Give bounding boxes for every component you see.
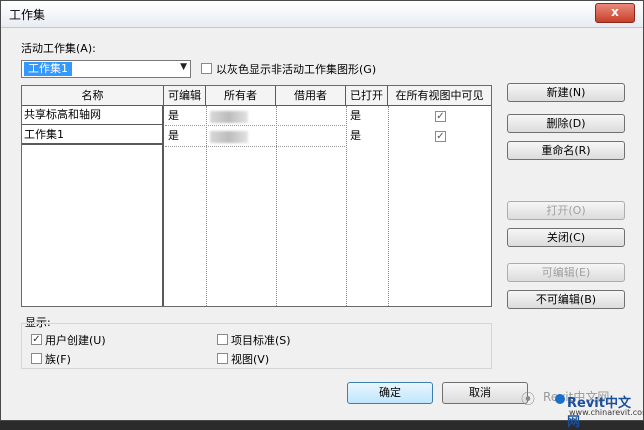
rename-button[interactable]: 重命名(R) xyxy=(507,141,625,160)
row-divider xyxy=(165,146,345,147)
visible-checkbox[interactable]: ✓ xyxy=(435,131,446,142)
active-workset-label: 活动工作集(A): xyxy=(21,42,96,55)
chevron-down-icon: ▼ xyxy=(180,62,187,72)
project-standards-checkbox[interactable] xyxy=(217,334,228,345)
editable-button[interactable]: 可编辑(E) xyxy=(507,263,625,282)
workset-name-cell: 工作集1 xyxy=(24,128,64,141)
families-label: 族(F) xyxy=(45,353,71,366)
row-divider xyxy=(165,125,345,126)
families-checkbox[interactable] xyxy=(31,353,42,364)
workset-dialog: 工作集 x 活动工作集(A): 工作集1 ▼ 以灰色显示非活动工作集图形(G) … xyxy=(0,0,644,430)
table-row[interactable]: 工作集1 xyxy=(22,126,163,145)
views-label: 视图(V) xyxy=(231,353,270,366)
column-divider xyxy=(388,106,389,306)
active-workset-value: 工作集1 xyxy=(24,62,72,76)
opened-cell[interactable]: 是 xyxy=(350,107,361,125)
workset-name-cell: 共享标高和轴网 xyxy=(24,108,101,121)
column-header-editable[interactable]: 可编辑 xyxy=(164,86,206,106)
project-standards-label: 项目标准(S) xyxy=(231,334,291,347)
user-created-label: 用户创建(U) xyxy=(45,334,106,347)
title-bar: 工作集 x xyxy=(1,1,643,28)
workset-table: 名称 可编辑 所有者 借用者 已打开 在所有视图中可见 共享标高和轴网 是 是 … xyxy=(21,85,492,307)
column-divider xyxy=(346,106,347,306)
owner-cell-redacted xyxy=(210,111,248,123)
revit-logo-watermark: Revit中文网 www.chinarevit.com xyxy=(555,392,644,430)
check-icon: ✓ xyxy=(32,334,41,345)
wechat-icon: ⦿ xyxy=(521,392,535,408)
window-title: 工作集 xyxy=(9,8,46,22)
owner-cell-redacted xyxy=(210,131,248,143)
user-created-checkbox[interactable]: ✓ xyxy=(31,334,42,345)
opened-cell[interactable]: 是 xyxy=(350,127,361,145)
open-button[interactable]: 打开(O) xyxy=(507,201,625,220)
close-window-button[interactable]: x xyxy=(595,3,635,23)
column-divider xyxy=(206,106,207,306)
cancel-button[interactable]: 取消 xyxy=(442,382,528,404)
check-icon: ✓ xyxy=(436,131,445,142)
column-header-borrower[interactable]: 借用者 xyxy=(276,86,346,106)
close-button[interactable]: 关闭(C) xyxy=(507,228,625,247)
column-header-opened[interactable]: 已打开 xyxy=(346,86,388,106)
editable-cell[interactable]: 是 xyxy=(168,107,179,125)
check-icon: ✓ xyxy=(436,111,445,122)
non-editable-button[interactable]: 不可编辑(B) xyxy=(507,290,625,309)
column-header-name[interactable]: 名称 xyxy=(22,86,164,106)
views-checkbox[interactable] xyxy=(217,353,228,364)
column-header-visible-all-views[interactable]: 在所有视图中可见 xyxy=(388,86,491,106)
visible-checkbox[interactable]: ✓ xyxy=(435,111,446,122)
ok-button[interactable]: 确定 xyxy=(347,382,433,404)
revit-logo-icon xyxy=(555,394,565,404)
revit-logo-url: www.chinarevit.com xyxy=(569,408,644,417)
close-icon: x xyxy=(611,5,619,19)
gray-inactive-label: 以灰色显示非活动工作集图形(G) xyxy=(216,63,377,76)
new-button[interactable]: 新建(N) xyxy=(507,83,625,102)
editable-cell[interactable]: 是 xyxy=(168,127,179,145)
column-divider xyxy=(276,106,277,306)
delete-button[interactable]: 删除(D) xyxy=(507,114,625,133)
table-row[interactable]: 共享标高和轴网 xyxy=(22,106,163,125)
active-workset-dropdown[interactable]: 工作集1 ▼ xyxy=(21,60,191,78)
gray-inactive-checkbox[interactable] xyxy=(201,63,212,74)
column-header-owner[interactable]: 所有者 xyxy=(206,86,276,106)
